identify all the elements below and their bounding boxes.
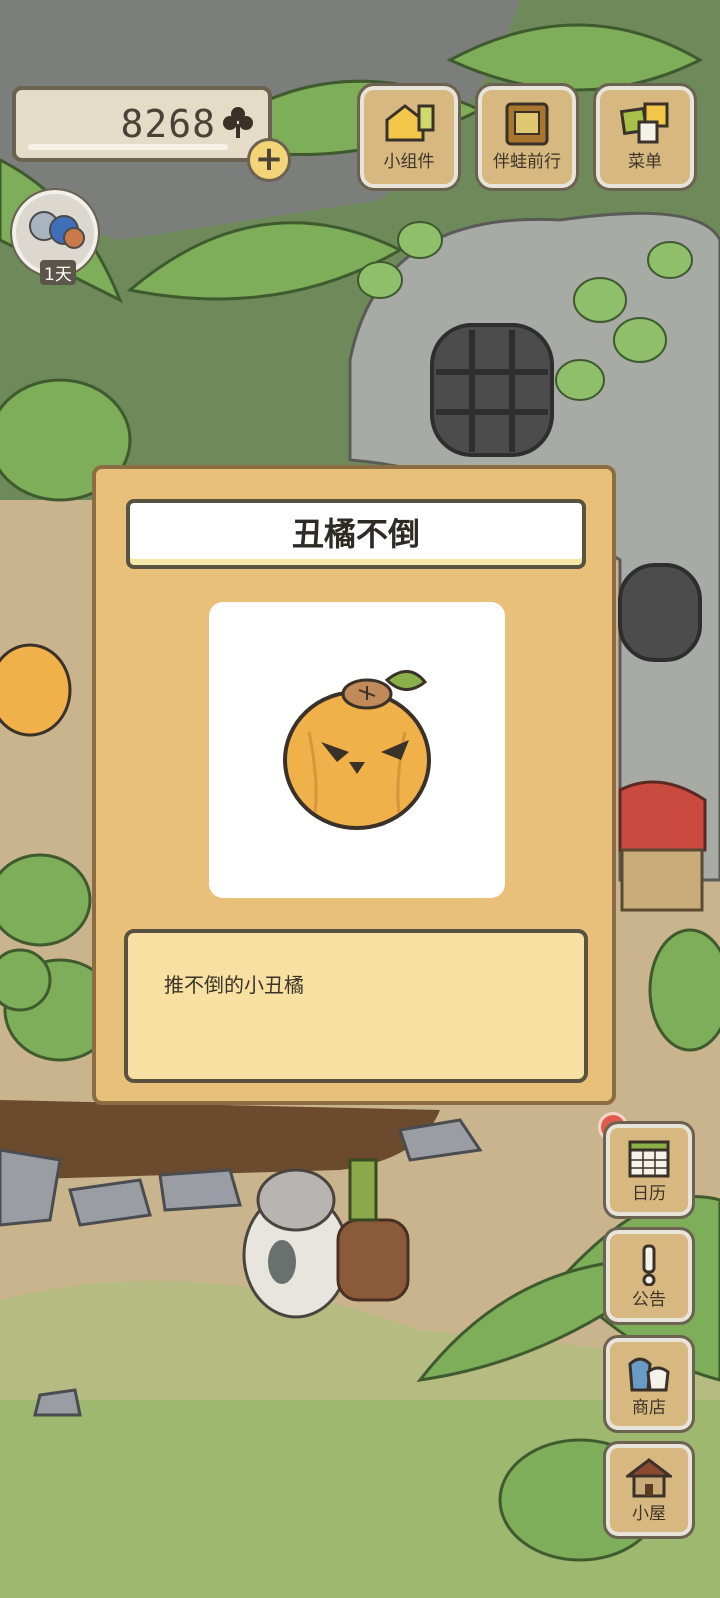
grumpy-orange-icon <box>283 670 431 830</box>
clover-icon <box>223 107 253 138</box>
house-button[interactable]: 小屋 <box>603 1441 695 1539</box>
book-icon <box>505 102 549 146</box>
menu-icon <box>619 102 669 144</box>
plus-icon: + <box>254 139 284 179</box>
item-description: 推不倒的小丑橘 <box>164 973 304 997</box>
travel-button[interactable]: 伴蛙前行 <box>475 83 579 191</box>
counter-underline <box>28 144 228 150</box>
menu-label: 菜单 <box>628 152 662 172</box>
widget-icon <box>385 104 435 142</box>
calendar-icon <box>628 1140 670 1178</box>
shop-bag-icon <box>628 1357 670 1392</box>
calendar-button[interactable]: 日历 <box>603 1121 695 1219</box>
widget-button[interactable]: 小组件 <box>357 83 461 191</box>
add-clover-button[interactable]: + <box>247 138 291 182</box>
notice-label: 公告 <box>632 1290 666 1310</box>
days-label: 1天 <box>40 260 76 285</box>
shop-label: 商店 <box>632 1398 666 1418</box>
travel-label: 伴蛙前行 <box>493 152 561 172</box>
clover-counter: 8268 <box>12 86 272 162</box>
shop-button[interactable]: 商店 <box>603 1335 695 1433</box>
exclamation-icon <box>642 1244 656 1286</box>
item-title: 丑橘不倒 <box>291 515 420 553</box>
calendar-label: 日历 <box>632 1184 666 1204</box>
widget-label: 小组件 <box>383 152 435 172</box>
notice-button[interactable]: 公告 <box>603 1227 695 1325</box>
item-title-box: 丑橘不倒 <box>126 499 586 569</box>
item-image-frame <box>209 602 505 898</box>
menu-button[interactable]: 菜单 <box>593 83 697 191</box>
item-description-box: 推不倒的小丑橘 <box>124 929 588 1083</box>
clover-count: 8268 <box>120 102 216 146</box>
house-icon <box>626 1458 672 1498</box>
item-dialog[interactable]: 丑橘不倒 推不倒的小丑橘 <box>92 465 616 1105</box>
house-label: 小屋 <box>632 1504 666 1524</box>
